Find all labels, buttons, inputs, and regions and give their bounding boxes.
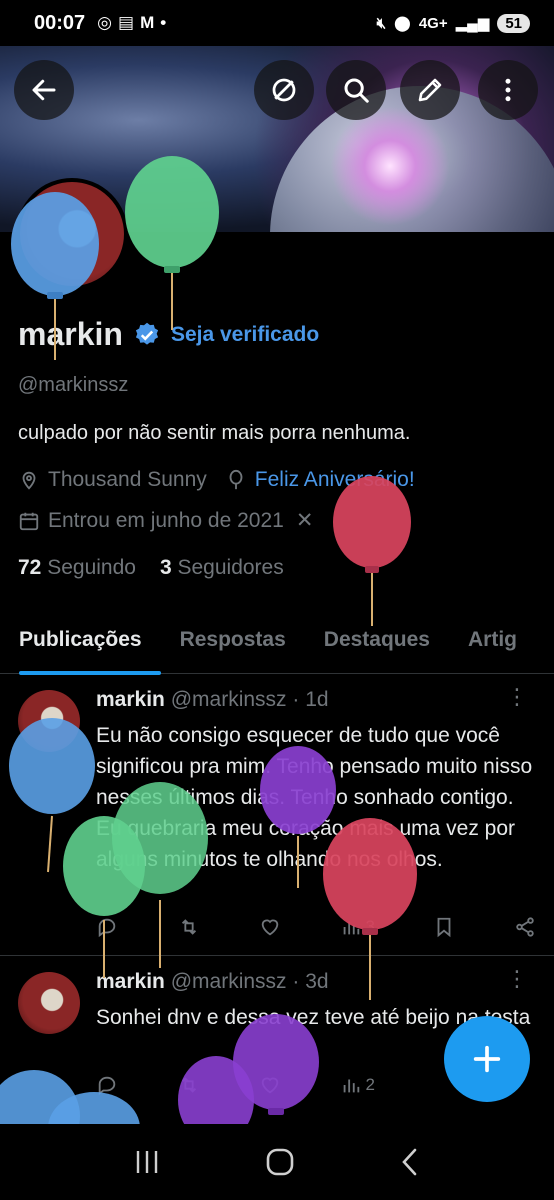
battery-badge: 51 (497, 13, 530, 33)
post-header: markin @markinssz · 3d (96, 970, 329, 993)
views-button[interactable]: 3 (340, 916, 375, 938)
repost-icon (181, 919, 196, 935)
notes-icon: ▤ (118, 13, 135, 32)
tab-destaques[interactable]: Destaques (305, 616, 449, 673)
post-header: markin @markinssz · 1d (96, 688, 329, 711)
search-icon (344, 78, 369, 103)
grok-button[interactable] (254, 60, 314, 120)
reply-icon (98, 918, 116, 938)
share-icon (516, 917, 534, 937)
profile-bio: culpado por não sentir mais porra nenhum… (18, 422, 411, 444)
balloon-icon (229, 469, 243, 490)
profile-handle: @markinssz (18, 374, 129, 396)
views-chart-icon (343, 1079, 359, 1093)
verified-badge-icon[interactable] (133, 321, 161, 349)
profile-name-row: markin Seja verificado (18, 316, 319, 353)
profile-meta-row: Thousand Sunny Feliz Aniversário! (18, 468, 415, 492)
grok-icon (272, 78, 296, 102)
bookmark-icon (438, 917, 451, 938)
repost-icon (181, 1077, 196, 1093)
signal-icon: ▂▄▆ (455, 15, 490, 32)
compose-post-button[interactable] (444, 1016, 530, 1102)
system-icons: 🔇︎ ⬤ 4G+ ▂▄▆ 51 (376, 13, 530, 33)
close-icon[interactable]: ✕ (296, 508, 314, 533)
reply-icon (98, 1076, 116, 1096)
location-pin-icon (22, 471, 36, 490)
bookmark-button[interactable] (433, 916, 455, 938)
mute-icon: 🔇︎ (376, 14, 387, 32)
balloon-red (333, 476, 411, 626)
like-button[interactable] (259, 1074, 281, 1096)
arrow-left-icon (32, 79, 56, 101)
profile-location: Thousand Sunny (48, 468, 207, 491)
status-bar: 00:07 ◎ ▤ M • 🔇︎ ⬤ 4G+ ▂▄▆ 51 (0, 0, 554, 46)
banner-crystal (330, 106, 450, 226)
views-button[interactable]: 2 (340, 1074, 375, 1096)
followers-link[interactable]: 3 Seguidores (160, 556, 284, 580)
notification-icons: ◎ ▤ M • (97, 13, 166, 33)
clock: 00:07 (34, 11, 86, 34)
share-button[interactable] (514, 916, 536, 938)
tab-respostas[interactable]: Respostas (161, 616, 305, 673)
repost-button[interactable] (177, 1074, 201, 1096)
recent-apps-icon[interactable] (132, 1148, 162, 1176)
profile-joined: Entrou em junho de 2021 (48, 508, 284, 532)
network-type: 4G+ (418, 14, 448, 32)
post-avatar[interactable] (18, 690, 80, 752)
post-item[interactable]: markin @markinssz · 1d ⋮ Eu não consigo … (0, 676, 554, 956)
tab-artigos[interactable]: Artig (449, 616, 536, 673)
like-button[interactable] (259, 916, 281, 938)
repost-button[interactable] (177, 916, 201, 938)
calendar-icon (19, 512, 39, 530)
back-button[interactable] (14, 60, 74, 120)
heart-icon (261, 1077, 279, 1094)
profile-joined-row: Entrou em junho de 2021 ✕ (18, 508, 313, 533)
system-navigation-bar (0, 1124, 554, 1200)
location-icon: ⬤ (394, 15, 411, 32)
pencil-icon (418, 78, 442, 102)
get-verified-link[interactable]: Seja verificado (171, 323, 319, 347)
gmail-icon: M (140, 13, 155, 32)
post-avatar[interactable] (18, 972, 80, 1034)
reply-button[interactable] (96, 1074, 118, 1096)
profile-tabs: Publicações Respostas Destaques Artig (0, 616, 554, 675)
birthday-link[interactable]: Feliz Aniversário! (255, 468, 415, 492)
edit-profile-button[interactable] (400, 60, 460, 120)
more-vertical-icon (505, 78, 511, 102)
location-sharing-icon: ◎ (97, 13, 112, 32)
search-button[interactable] (326, 60, 386, 120)
home-icon[interactable] (265, 1147, 295, 1177)
back-nav-icon[interactable] (398, 1147, 422, 1177)
post-text: Eu não consigo esquecer de tudo que você… (96, 724, 533, 871)
profile-name: markin (18, 316, 123, 352)
post-actions: 3 (96, 916, 536, 938)
post-more-icon[interactable]: ⋮ (506, 968, 528, 990)
following-link[interactable]: 72 Seguindo (18, 556, 136, 580)
views-chart-icon (343, 921, 359, 935)
profile-avatar[interactable] (16, 178, 128, 290)
reply-button[interactable] (96, 916, 118, 938)
heart-icon (261, 919, 279, 936)
follow-stats: 72 Seguindo 3 Seguidores (18, 556, 284, 580)
more-options-button[interactable] (478, 60, 538, 120)
tab-publicacoes[interactable]: Publicações (0, 616, 161, 675)
dot-icon: • (160, 13, 167, 32)
plus-icon (473, 1045, 501, 1073)
post-more-icon[interactable]: ⋮ (506, 686, 528, 708)
